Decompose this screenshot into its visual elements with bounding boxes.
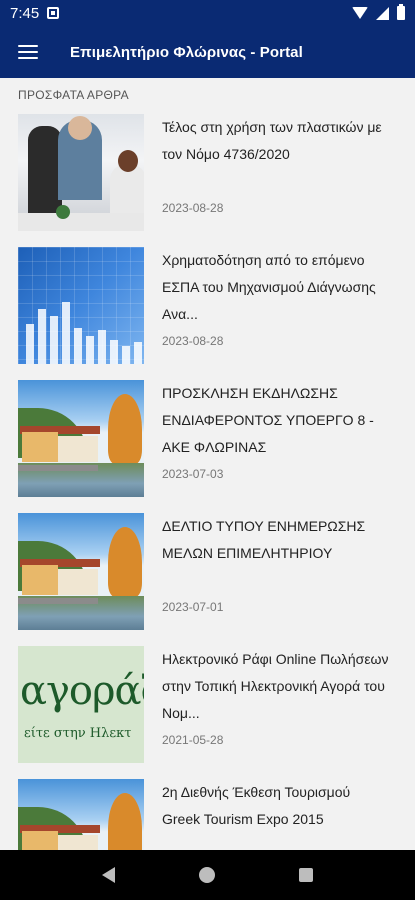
thumbnail-logo-subtext: είτε στην Ηλεκτ — [24, 726, 132, 741]
article-title: 2η Διεθνής Έκθεση Τουρισμού Greek Touris… — [162, 784, 351, 827]
article-date: 2021-05-28 — [162, 733, 224, 747]
article-text: Χρηματοδότηση από το επόμενο ΕΣΠΑ του Μη… — [162, 247, 392, 380]
article-item[interactable]: Τέλος στη χρήση των πλαστικών με τον Νόμ… — [0, 114, 415, 247]
article-thumbnail: αγοράζω είτε στην Ηλεκτ — [18, 646, 144, 763]
status-time: 7:45 — [10, 4, 40, 22]
article-date: 2023-07-01 — [162, 600, 224, 614]
menu-button[interactable] — [0, 26, 56, 78]
notification-icon — [47, 7, 60, 19]
article-title: Χρηματοδότηση από το επόμενο ΕΣΠΑ του Μη… — [162, 252, 376, 322]
status-left: 7:45 — [10, 4, 60, 22]
page-title: Επιμελητήριο Φλώρινας - Portal — [70, 43, 303, 61]
article-feed[interactable]: ΠΡΟΣΦΑΤΑ ΑΡΘΡΑ Τέλος στη χρήση των πλαστ… — [0, 78, 415, 850]
app-bar: Επιμελητήριο Φλώρινας - Portal — [0, 26, 415, 78]
article-text: 2η Διεθνής Έκθεση Τουρισμού Greek Touris… — [162, 779, 392, 850]
article-title: ΠΡΟΣΚΛΗΣΗ ΕΚΔΗΛΩΣΗΣ ΕΝΔΙΑΦΕΡΟΝΤΟΣ ΥΠΟΕΡΓ… — [162, 385, 374, 455]
article-title: Τέλος στη χρήση των πλαστικών με τον Νόμ… — [162, 119, 382, 162]
article-list: Τέλος στη χρήση των πλαστικών με τον Νόμ… — [0, 114, 415, 850]
article-title: ΔΕΛΤΙΟ ΤΥΠΟΥ ΕΝΗΜΕΡΩΣΗΣ ΜΕΛΩΝ ΕΠΙΜΕΛΗΤΗΡ… — [162, 518, 366, 561]
section-header: ΠΡΟΣΦΑΤΑ ΑΡΘΡΑ — [18, 88, 129, 102]
article-item[interactable]: αγοράζω είτε στην Ηλεκτ Ηλεκτρονικό Ράφι… — [0, 646, 415, 779]
hamburger-menu-icon — [18, 45, 38, 59]
back-icon[interactable] — [102, 867, 115, 883]
article-text: ΔΕΛΤΙΟ ΤΥΠΟΥ ΕΝΗΜΕΡΩΣΗΣ ΜΕΛΩΝ ΕΠΙΜΕΛΗΤΗΡ… — [162, 513, 392, 646]
signal-icon — [376, 6, 389, 20]
article-text: ΠΡΟΣΚΛΗΣΗ ΕΚΔΗΛΩΣΗΣ ΕΝΔΙΑΦΕΡΟΝΤΟΣ ΥΠΟΕΡΓ… — [162, 380, 392, 513]
article-title: Ηλεκτρονικό Ράφι Online Πωλήσεων στην Το… — [162, 651, 389, 721]
article-text: Τέλος στη χρήση των πλαστικών με τον Νόμ… — [162, 114, 392, 247]
recents-icon[interactable] — [299, 868, 313, 882]
article-thumbnail — [18, 114, 144, 231]
article-item[interactable]: Χρηματοδότηση από το επόμενο ΕΣΠΑ του Μη… — [0, 247, 415, 380]
article-text: Ηλεκτρονικό Ράφι Online Πωλήσεων στην Το… — [162, 646, 392, 779]
system-nav-bar — [0, 850, 415, 900]
article-thumbnail — [18, 247, 144, 364]
status-right — [352, 4, 405, 20]
article-thumbnail — [18, 380, 144, 497]
home-icon[interactable] — [199, 867, 215, 883]
article-item[interactable]: 2η Διεθνής Έκθεση Τουρισμού Greek Touris… — [0, 779, 415, 850]
article-item[interactable]: ΔΕΛΤΙΟ ΤΥΠΟΥ ΕΝΗΜΕΡΩΣΗΣ ΜΕΛΩΝ ΕΠΙΜΕΛΗΤΗΡ… — [0, 513, 415, 646]
status-bar: 7:45 — [0, 0, 415, 26]
article-thumbnail — [18, 779, 144, 850]
article-date: 2023-08-28 — [162, 334, 224, 348]
article-thumbnail — [18, 513, 144, 630]
article-date: 2023-08-28 — [162, 201, 224, 215]
wifi-icon — [352, 7, 368, 19]
thumbnail-logo-text: αγοράζω — [20, 668, 144, 714]
battery-icon — [397, 4, 405, 20]
article-item[interactable]: ΠΡΟΣΚΛΗΣΗ ΕΚΔΗΛΩΣΗΣ ΕΝΔΙΑΦΕΡΟΝΤΟΣ ΥΠΟΕΡΓ… — [0, 380, 415, 513]
article-date: 2023-07-03 — [162, 467, 224, 481]
